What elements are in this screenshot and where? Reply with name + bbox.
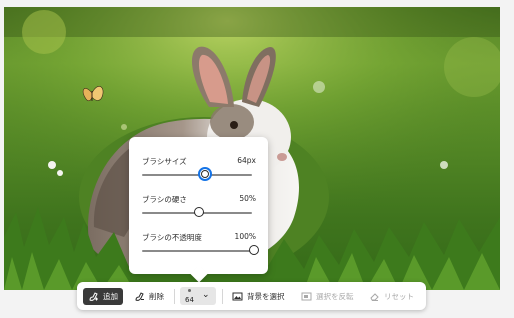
brush-size-slider-handle[interactable] xyxy=(197,167,212,181)
brush-opacity-track[interactable] xyxy=(142,250,252,252)
brush-hardness-slider-handle[interactable] xyxy=(194,207,204,217)
image-select-icon xyxy=(232,291,243,302)
brush-opacity-slider-handle[interactable] xyxy=(249,245,259,255)
invert-selection-label: 選択を反転 xyxy=(316,292,354,301)
select-background-button[interactable]: 背景を選択 xyxy=(232,288,285,305)
brush-size-track[interactable] xyxy=(142,174,252,176)
brush-hardness-row: ブラシの硬さ 50% xyxy=(142,194,256,230)
brush-opacity-row: ブラシの不透明度 100% xyxy=(142,232,259,268)
eraser-reset-icon xyxy=(369,291,380,302)
selection-toolbar: 追加 削除 64 ⌄ 背景を選択 選択を反転 リセット xyxy=(77,282,426,310)
brush-size-row: ブラシサイズ 64px xyxy=(142,156,256,192)
brush-size-dropdown-value: 64 xyxy=(185,296,194,304)
reset-label: リセット xyxy=(384,292,414,301)
brush-hardness-value: 50% xyxy=(239,194,256,203)
brush-size-dot-icon xyxy=(188,289,191,292)
brush-opacity-label: ブラシの不透明度 xyxy=(142,233,202,242)
brush-settings-popover: ブラシサイズ 64px ブラシの硬さ 50% ブラシの不透明度 100% xyxy=(129,137,268,274)
brush-hardness-label: ブラシの硬さ xyxy=(142,195,187,204)
brush-size-dropdown[interactable]: 64 ⌄ xyxy=(180,287,216,305)
brush-size-label: ブラシサイズ xyxy=(142,157,187,166)
add-label: 追加 xyxy=(103,292,118,301)
invert-selection-button[interactable]: 選択を反転 xyxy=(301,288,354,305)
reset-button[interactable]: リセット xyxy=(369,288,414,305)
chevron-down-icon: ⌄ xyxy=(202,290,210,300)
brush-minus-icon xyxy=(134,291,145,302)
brush-plus-icon xyxy=(88,291,99,302)
toolbar-divider xyxy=(174,289,175,304)
toolbar-divider xyxy=(222,289,223,304)
add-brush-button[interactable]: 追加 xyxy=(83,288,123,305)
select-background-label: 背景を選択 xyxy=(247,292,285,301)
brush-size-value: 64px xyxy=(237,156,256,165)
brush-opacity-value: 100% xyxy=(234,232,256,241)
invert-selection-icon xyxy=(301,291,312,302)
remove-brush-button[interactable]: 削除 xyxy=(134,288,164,305)
remove-label: 削除 xyxy=(149,292,164,301)
